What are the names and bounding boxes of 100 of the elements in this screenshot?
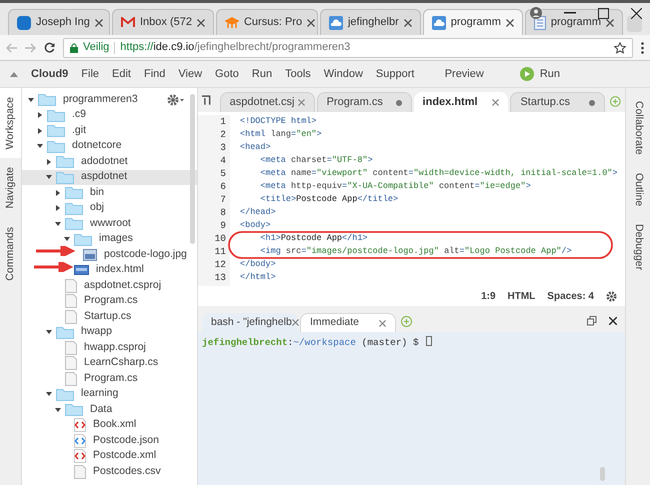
caret-right-icon[interactable] [37, 112, 43, 118]
terminal-tab[interactable]: bash - "jefinghelb [202, 313, 298, 332]
scrollbar[interactable] [190, 94, 195, 244]
tree-item[interactable]: Program.cs [22, 371, 197, 386]
tree-item[interactable]: LearnCsharp.cs [22, 356, 197, 371]
file-icon [65, 340, 77, 355]
tree-item[interactable]: learning [22, 386, 197, 402]
editor-tab[interactable]: Program.cs [316, 92, 412, 112]
panel-tab[interactable]: Navigate [0, 158, 21, 218]
close-icon[interactable] [606, 18, 614, 26]
brand-menu[interactable]: Cloud9 [31, 66, 68, 82]
tree-item[interactable]: Data [22, 402, 197, 418]
more-icon[interactable] [641, 42, 644, 54]
caret-down-icon[interactable] [55, 220, 61, 227]
editor-tab[interactable]: Startup.cs [510, 92, 606, 112]
tree-item[interactable]: Program.cs [22, 294, 197, 309]
tree-item[interactable]: Postcode.xml [22, 448, 197, 464]
menu-item[interactable]: Find [144, 66, 166, 82]
line-number: 5 [220, 167, 226, 180]
browser-tab[interactable]: Joseph Ing [8, 9, 110, 35]
panel-tab[interactable]: Debugger [626, 214, 650, 280]
code-line: </html> [240, 271, 277, 284]
close-icon[interactable] [631, 8, 642, 18]
tree-item[interactable]: dotnetcore [22, 138, 197, 154]
tree-item[interactable]: aspdotnet [22, 170, 197, 185]
close-icon[interactable] [506, 18, 514, 26]
menu-item[interactable]: Edit [112, 66, 131, 82]
code-line: <body> [240, 219, 272, 232]
line-number: 3 [220, 141, 226, 154]
caret-down-icon[interactable] [64, 236, 70, 242]
menu-item[interactable]: Run [252, 66, 272, 82]
tree-item[interactable]: postcode-logo.jpg [22, 247, 197, 262]
caret-right-icon[interactable] [37, 128, 43, 134]
caret-right-icon[interactable] [55, 190, 61, 196]
new-tab-button[interactable] [627, 16, 642, 32]
file-name: hwapp.csproj [84, 340, 146, 355]
tree-item[interactable]: bin [22, 185, 197, 200]
caret-down-icon[interactable] [55, 406, 61, 413]
tree-item[interactable]: wwwroot [22, 216, 197, 232]
indent-setting[interactable]: Spaces: 4 [547, 288, 594, 304]
settings-icon[interactable] [167, 94, 185, 106]
code-line: <title>Postcode App</title> [259, 193, 400, 206]
language-mode[interactable]: HTML [508, 288, 536, 304]
tree-item[interactable]: Book.xml [22, 418, 197, 433]
tree-item[interactable]: Postcodes.csv [22, 464, 197, 480]
menu-item[interactable]: Window [324, 66, 363, 82]
browser-tab[interactable]: jefinghelbr [320, 9, 421, 35]
settings-icon[interactable] [606, 290, 617, 302]
scrollbar[interactable] [600, 467, 605, 481]
menu-item[interactable]: View [178, 66, 202, 82]
run-button[interactable]: Run [520, 66, 560, 82]
caret-right-icon[interactable] [46, 158, 52, 165]
menu-item[interactable]: File [81, 66, 100, 82]
caret-down-icon[interactable] [46, 174, 52, 180]
caret-down-icon[interactable] [28, 96, 34, 103]
tree-item[interactable]: aspdotnet.csproj [22, 278, 197, 294]
panel-tab[interactable]: Commands [0, 218, 21, 290]
browser-tab[interactable]: programm [422, 9, 523, 35]
panel-tab[interactable]: Collaborate [626, 92, 650, 164]
editor-tab[interactable]: index.html [414, 92, 508, 112]
tree-item[interactable]: hwapp.csproj [22, 340, 197, 356]
tree-item[interactable]: adodotnet [22, 154, 197, 170]
tree-item[interactable]: .git [22, 123, 197, 138]
close-icon[interactable] [609, 317, 617, 325]
caret-down-icon[interactable] [37, 143, 43, 150]
browser-tab[interactable]: programm [524, 9, 623, 35]
bookmark-star-icon[interactable] [614, 42, 626, 54]
restore-window-icon[interactable] [587, 316, 597, 326]
file-name: .git [72, 122, 86, 138]
tree-item[interactable]: hwapp [22, 324, 197, 340]
reload-icon[interactable] [44, 42, 55, 53]
menu-item[interactable]: Goto [215, 66, 239, 82]
collapse-caret-icon[interactable] [10, 72, 18, 76]
code-editor[interactable] [198, 112, 625, 286]
tree-item[interactable]: images [22, 232, 197, 247]
menu-item[interactable]: Support [376, 66, 414, 82]
tree-item[interactable]: Startup.cs [22, 309, 197, 324]
address-field[interactable]: Veilig https://ide.c9.io/jefinghelbrecht/programmeren3 [63, 38, 633, 58]
maximize-icon[interactable] [598, 8, 609, 18]
profile-icon[interactable] [530, 7, 542, 19]
preview-button[interactable]: Preview [444, 66, 484, 82]
tree-item[interactable]: obj [22, 200, 197, 216]
image-file-icon [83, 248, 97, 261]
panel-toggle-icon[interactable] [202, 95, 212, 105]
terminal-tab[interactable]: Immediate [300, 313, 396, 332]
browser-tab[interactable]: Inbox (572 [112, 9, 214, 35]
caret-down-icon[interactable] [46, 391, 52, 398]
menu-item[interactable]: Tools [285, 66, 311, 82]
editor-tab[interactable]: aspdotnet.csj [220, 92, 315, 112]
tree-item[interactable]: index.html [22, 262, 197, 278]
caret-down-icon[interactable] [46, 329, 52, 336]
panel-tab[interactable]: Workspace [0, 88, 21, 158]
browser-tab[interactable]: Cursus: Pro [216, 9, 318, 35]
tree-item[interactable]: .c9 [22, 108, 197, 123]
panel-tab[interactable]: Outline [626, 164, 650, 215]
caret-right-icon[interactable] [55, 205, 61, 212]
terminal[interactable]: jefinghelbrecht:~/workspace (master) $ [198, 332, 625, 485]
tree-item[interactable]: programmeren3 [22, 92, 197, 108]
tree-item[interactable]: Postcode.json [22, 433, 197, 448]
minimize-icon[interactable] [564, 12, 576, 14]
